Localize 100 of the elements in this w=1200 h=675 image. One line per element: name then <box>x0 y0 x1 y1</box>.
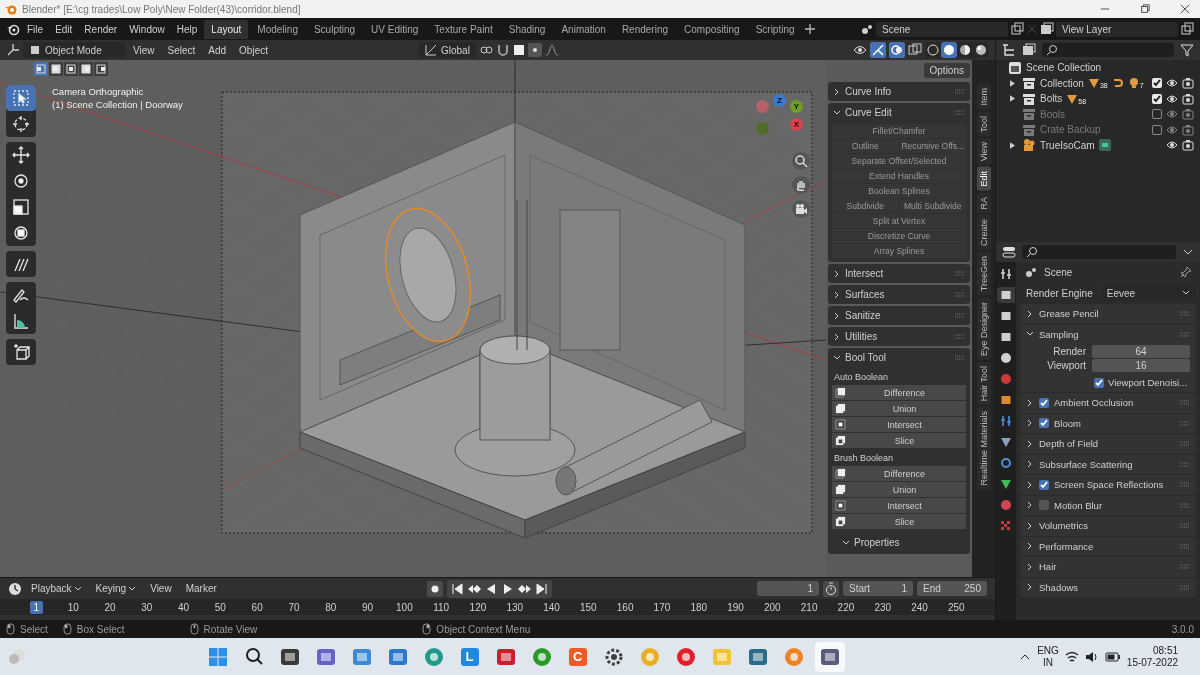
menu-item[interactable]: Playback <box>26 581 87 596</box>
boolean-button[interactable]: Union <box>832 482 966 497</box>
panel-header[interactable]: Subsurface Scattering <box>1020 454 1196 474</box>
language-indicator[interactable]: ENG IN <box>1037 644 1059 669</box>
menu-item[interactable]: Object <box>234 42 273 58</box>
sidebar-tab[interactable]: Tool <box>976 111 991 137</box>
menu-item[interactable]: Help <box>171 21 203 37</box>
outliner-item-name[interactable]: Bools <box>1040 108 1065 120</box>
sidebar-tab[interactable]: Realtime Materials <box>976 407 991 490</box>
clock-text[interactable]: 08:51 15-07-2022 <box>1126 644 1182 669</box>
workspace-tab[interactable]: Animation <box>554 19 613 39</box>
panel-header[interactable]: Volumetrics <box>1020 516 1196 536</box>
menu-item[interactable]: Marker <box>180 581 222 596</box>
status-hint: Object Context Menu <box>436 623 531 635</box>
view-layer-field[interactable]: View Layer <box>1056 21 1178 37</box>
outliner-item-name[interactable]: Scene Collection <box>1026 62 1102 74</box>
workspace-tab[interactable]: Layout <box>204 19 249 39</box>
number-field[interactable]: 64 <box>1092 345 1190 358</box>
number-field[interactable]: 16 <box>1092 359 1190 372</box>
menu-item[interactable]: View <box>145 581 177 596</box>
sidebar-tab[interactable]: RA <box>976 192 991 214</box>
workspace-tab[interactable]: Rendering <box>614 19 676 39</box>
panel-header[interactable]: Motion Blur <box>1020 495 1196 515</box>
menu-item[interactable]: View <box>128 42 160 58</box>
panel-header[interactable]: Hair <box>1020 557 1196 577</box>
panel-title: Performance <box>1039 540 1095 552</box>
boolean-button[interactable]: Slice <box>832 433 966 448</box>
panel-header[interactable]: Screen Space Reflections <box>1020 475 1196 495</box>
outliner-item-name[interactable]: Bolts <box>1040 93 1063 105</box>
panel-header[interactable]: Ambient Occlusion <box>1020 393 1196 413</box>
panel-header[interactable]: Intersect <box>828 264 970 283</box>
outliner-item-name[interactable]: Crate Backup <box>1040 124 1101 136</box>
panel-title: Bloom <box>1054 417 1082 429</box>
outliner-item-name[interactable]: TrueIsoCam <box>1040 139 1095 151</box>
checkbox-label: Viewport Denoisi... <box>1108 377 1188 388</box>
frame-number: 80 <box>324 600 338 614</box>
panel-title: Shadows <box>1039 581 1080 593</box>
workspace-tab[interactable]: Sculpting <box>306 19 363 39</box>
menu-item[interactable]: Window <box>124 21 170 37</box>
panel-header[interactable]: Depth of Field <box>1020 434 1196 454</box>
panel-header[interactable]: Bloom <box>1020 413 1196 433</box>
orientation-dropdown[interactable]: Global <box>419 42 476 58</box>
sidebar-tab[interactable]: View <box>976 138 991 166</box>
boolean-button[interactable]: Slice <box>832 514 966 529</box>
menu-item[interactable]: Add <box>203 42 232 58</box>
menu-item[interactable]: Keying <box>90 581 142 596</box>
sidebar-tab[interactable]: Edit <box>976 167 991 191</box>
sidebar-tab[interactable]: TreeGen <box>976 252 991 296</box>
outliner-item-name[interactable]: Collection <box>1040 77 1084 89</box>
taskbar-button[interactable]: L <box>454 641 485 672</box>
panel-title: Surfaces <box>845 289 886 300</box>
render-engine-dropdown[interactable]: Eevee <box>1100 285 1196 301</box>
frame-number: 240 <box>910 600 929 614</box>
options-dropdown[interactable]: Options <box>923 62 970 78</box>
scene-field[interactable]: Scene <box>876 21 1008 37</box>
context-title: Scene <box>1044 266 1074 278</box>
panel-header[interactable]: Sampling <box>1020 324 1196 344</box>
menu-item[interactable]: Edit <box>50 21 78 37</box>
end-frame-field[interactable]: End 250 <box>917 581 987 596</box>
sidebar-tab[interactable]: Item <box>976 84 991 110</box>
menu-item[interactable]: Render <box>79 21 123 37</box>
workspace-tab[interactable]: Modeling <box>250 19 305 39</box>
panel-header[interactable]: Sanitize <box>828 306 970 325</box>
menu-item[interactable]: File <box>22 21 49 37</box>
subpanel-header[interactable]: Properties <box>832 531 966 550</box>
frame-number: 110 <box>432 600 451 614</box>
workspace-tab[interactable]: Compositing <box>677 19 747 39</box>
boolean-button[interactable]: Intersect <box>832 417 966 432</box>
boolean-button[interactable]: Intersect <box>832 498 966 513</box>
sidebar-tab[interactable]: Hair Tool <box>976 361 991 405</box>
boolean-button[interactable]: Difference <box>832 385 966 400</box>
panel-header[interactable]: Grease Pencil <box>1020 304 1196 324</box>
status-hint: Box Select <box>76 623 125 635</box>
panel-header[interactable]: Utilities <box>828 327 970 346</box>
workspace-tab[interactable]: Texture Paint <box>427 19 500 39</box>
frame-number: 220 <box>836 600 856 614</box>
sidebar-tab[interactable]: Eye Designer <box>976 297 991 360</box>
workspace-tab[interactable]: Shading <box>501 19 553 39</box>
current-frame-field[interactable]: 1 <box>757 581 819 596</box>
sidebar-tab[interactable]: Create <box>976 215 991 251</box>
panel-header[interactable]: Curve Info <box>828 82 970 101</box>
panel-header[interactable]: Shadows <box>1020 577 1196 597</box>
frame-number: 120 <box>468 600 488 614</box>
boolean-button[interactable]: Union <box>832 401 966 416</box>
start-frame-field[interactable]: Start 1 <box>843 581 913 596</box>
menu-item[interactable]: Select <box>162 42 201 58</box>
frame-number: 30 <box>140 600 154 614</box>
boolean-button[interactable]: Difference <box>832 466 966 481</box>
panel-title: Volumetrics <box>1039 520 1090 532</box>
workspace-tab[interactable]: UV Editing <box>364 19 426 39</box>
panel-header[interactable]: Bool Tool <box>828 348 970 367</box>
frame-number: 200 <box>763 600 782 614</box>
panel-header[interactable]: Surfaces <box>828 285 970 304</box>
app-icon: C <box>568 647 587 666</box>
frame-number: 1 <box>29 600 44 614</box>
mode-dropdown[interactable]: Object Mode <box>23 42 125 58</box>
workspace-tab[interactable]: Scripting <box>748 19 802 39</box>
panel-title: Hair <box>1039 561 1058 573</box>
panel-header[interactable]: Performance <box>1020 536 1196 556</box>
frame-number: 160 <box>615 600 635 614</box>
